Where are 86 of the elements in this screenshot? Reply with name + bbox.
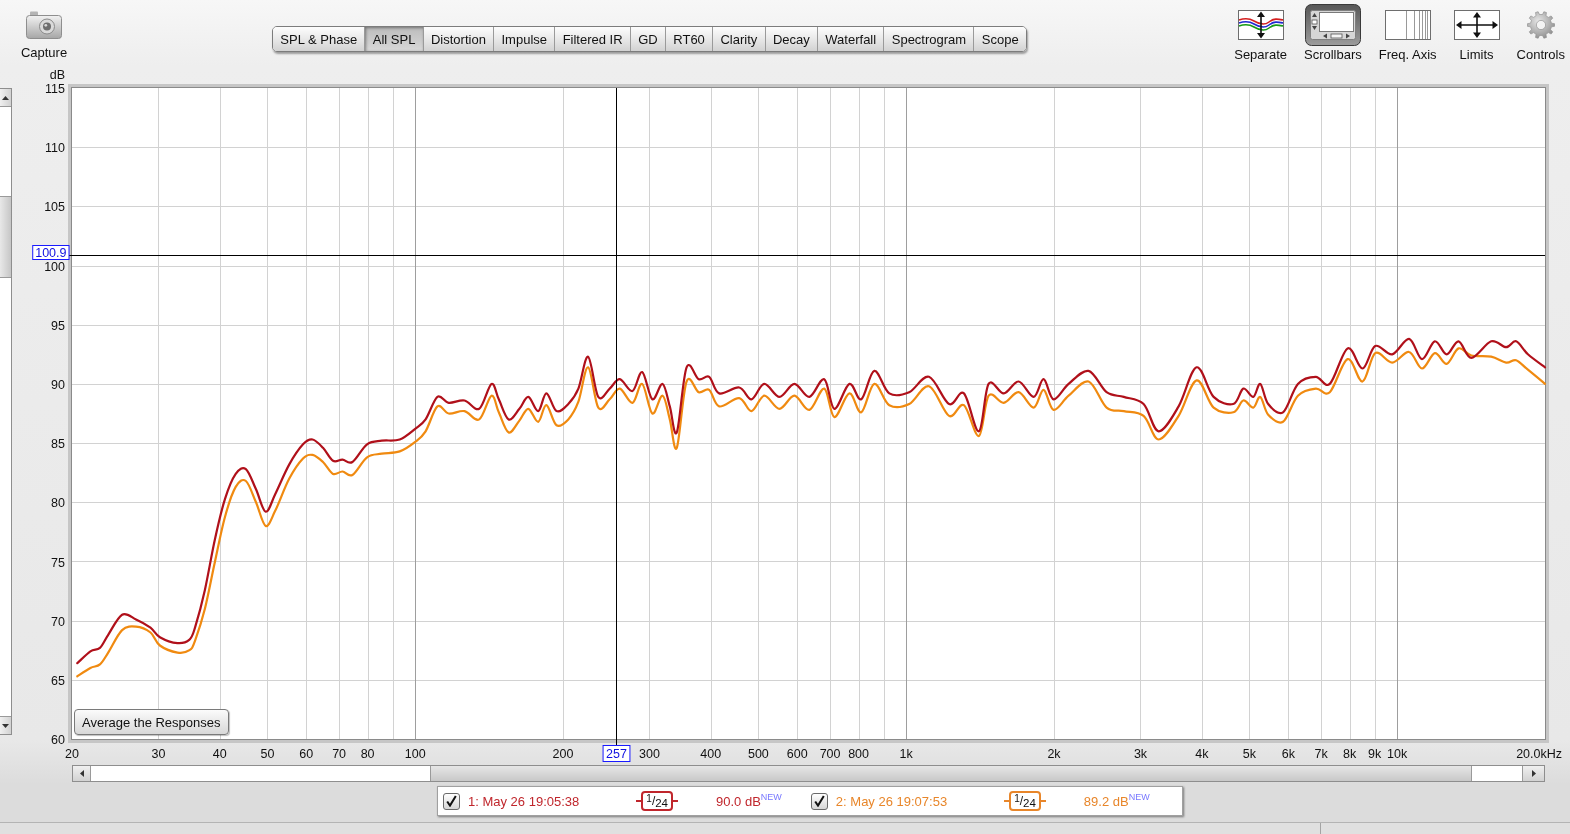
axis-tick-label: 7k: [1314, 747, 1328, 761]
caret-right-icon: [1531, 770, 1536, 777]
controls-button[interactable]: Controls: [1516, 3, 1565, 62]
axis-tick-label: 40: [212, 747, 227, 761]
axis-tick-label: 90: [51, 377, 65, 392]
tab[interactable]: Clarity: [713, 27, 766, 51]
axis-tick-label: 700: [819, 747, 841, 761]
axis-tick-label: 3k: [1133, 747, 1148, 761]
axis-tick-label: 800: [848, 747, 870, 761]
axis-tick-label: 1k: [899, 747, 913, 761]
axis-tick-label: 4k: [1195, 747, 1209, 761]
ref-line-label: 257: [606, 747, 627, 761]
axis-tick-label: 75: [51, 555, 65, 570]
tab[interactable]: Decay: [765, 27, 819, 51]
axis-tick-label: 2k: [1047, 747, 1061, 761]
axis-tick-label: 50: [260, 747, 275, 761]
caret-left-icon: [79, 770, 84, 777]
vertical-scrollbar[interactable]: [0, 88, 12, 735]
tab[interactable]: All SPL: [365, 27, 424, 51]
axis-unit-label: dB: [49, 68, 65, 82]
cursor-readout: 257: [602, 745, 631, 762]
axis-tick-label: 100: [404, 747, 426, 761]
axis-unit-label: Hz: [1546, 747, 1562, 761]
separate-button[interactable]: Separate: [1234, 3, 1287, 62]
axis-tick-label: 95: [51, 318, 65, 333]
axis-tick-label: 600: [786, 747, 808, 761]
axis-tick-label: 9k: [1368, 747, 1382, 761]
axis-tick-label: 400: [700, 747, 722, 761]
tab[interactable]: Impulse: [494, 27, 556, 51]
axis-tick-label: 30: [151, 747, 166, 761]
axis-tick-label: 60: [299, 747, 314, 761]
four-way-arrow-icon: [1453, 10, 1500, 40]
axis-tick-label: 20.0k: [1516, 747, 1547, 761]
scrollbars-icon: [1304, 4, 1361, 46]
axis-tick-label: 8k: [1343, 747, 1357, 761]
axis-tick-label: 110: [45, 141, 65, 156]
checkmark-icon: [446, 795, 457, 807]
tab[interactable]: GD: [630, 27, 666, 51]
tab[interactable]: SPL & Phase: [273, 27, 366, 51]
camera-icon: [26, 11, 62, 39]
caret-down-icon: [2, 723, 9, 728]
axis-tick-label: 200: [552, 747, 574, 761]
axis-tick-label: 500: [747, 747, 769, 761]
scrollbar-thumb[interactable]: [430, 766, 1472, 781]
axis-tick-label: 65: [51, 673, 65, 688]
axis-tick-label: 60: [51, 733, 65, 747]
axis-tick-label: 20: [65, 747, 79, 761]
freq-axis-button[interactable]: Freq. Axis: [1378, 3, 1437, 62]
axis-tick-label: 10k: [1387, 747, 1408, 761]
tab[interactable]: Spectrogram: [884, 27, 975, 51]
level-readout: 90.0 dB$^{NEW}$: [716, 793, 782, 809]
axis-tick-label: 100: [44, 259, 65, 274]
axis-tick-label: 80: [360, 747, 375, 761]
scroll-up-button[interactable]: [0, 89, 11, 107]
tab[interactable]: Waterfall: [818, 27, 885, 51]
limits-button[interactable]: Limits: [1453, 3, 1500, 62]
axis-tick-label: 5k: [1242, 747, 1256, 761]
gear-icon: [1526, 11, 1555, 39]
axis-tick-label: 115: [45, 82, 65, 96]
scroll-left-button[interactable]: [73, 766, 91, 781]
scroll-right-button[interactable]: [1522, 766, 1544, 781]
checkbox[interactable]: [810, 792, 828, 810]
capture-button[interactable]: Capture: [18, 0, 70, 60]
average-responses-button[interactable]: Average the Responses: [74, 709, 229, 735]
scrollbar-thumb[interactable]: [0, 196, 11, 278]
tab[interactable]: RT60: [666, 27, 714, 51]
level-readout: 89.2 dB$^{NEW}$: [1083, 793, 1150, 809]
axis-tick-label: 80: [51, 496, 65, 511]
tab[interactable]: Distortion: [423, 27, 495, 51]
scroll-down-button[interactable]: [0, 716, 11, 734]
tab[interactable]: Scope: [974, 27, 1026, 51]
axis-tick-label: 70: [332, 747, 347, 761]
scrollbars-button[interactable]: Scrollbars: [1304, 3, 1362, 62]
horizontal-scrollbar[interactable]: [72, 765, 1545, 782]
cursor-readout: 100.9: [32, 245, 70, 260]
axis-tick-label: 6k: [1281, 747, 1295, 761]
checkmark-icon: [813, 795, 825, 807]
axis-tick-label: 70: [51, 614, 65, 629]
vertical-lines-icon: [1384, 10, 1431, 40]
caret-up-icon: [2, 95, 9, 100]
measurement-label[interactable]: 1: May 26 19:05:38: [468, 793, 580, 809]
axis-tick-label: 105: [44, 200, 65, 215]
axis-tick-label: 85: [51, 437, 65, 452]
tab[interactable]: Filtered IR: [555, 27, 631, 51]
axis-tick-label: 300: [639, 747, 660, 761]
checkbox[interactable]: [443, 792, 460, 810]
